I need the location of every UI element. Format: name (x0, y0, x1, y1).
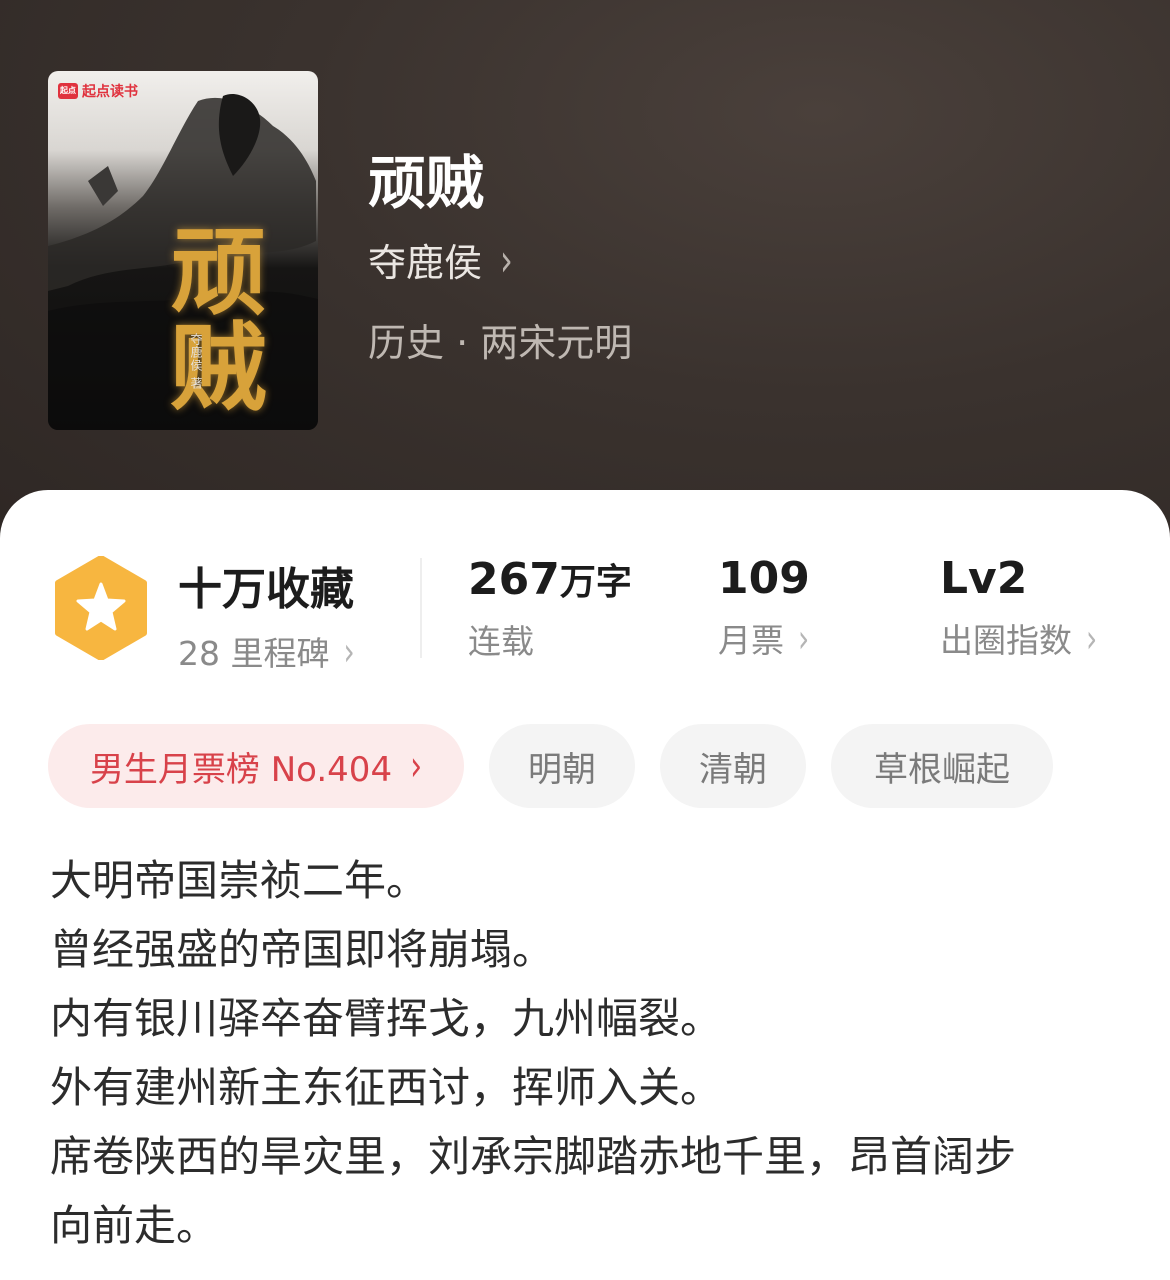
tag-grassroots-rise[interactable]: 草根崛起 (831, 724, 1053, 808)
stat-popularity-level[interactable]: Lv2 出圈指数 › (940, 553, 1097, 662)
chevron-right-icon: › (1086, 614, 1098, 662)
description-line: 大明帝国崇祯二年。 (50, 856, 429, 905)
description-line: 向前走。 (50, 1201, 219, 1250)
chevron-right-icon: › (410, 741, 423, 791)
rank-label: 男生月票榜 No.404 (89, 749, 393, 790)
book-description[interactable]: 大明帝国崇祯二年。 曾经强盛的帝国即将崩塌。 内有银川驿卒奋臂挥戈，九州幅裂。 … (50, 846, 1130, 1260)
milestone-link[interactable]: 28 里程碑 › (178, 627, 355, 675)
chevron-right-icon: › (500, 232, 513, 287)
author-link[interactable]: 夺鹿侯 › (368, 232, 513, 287)
tickets-value: 109 (718, 553, 810, 604)
chevron-right-icon: › (343, 627, 355, 675)
rank-tag[interactable]: 男生月票榜 No.404 › (48, 724, 464, 808)
stat-monthly-tickets[interactable]: 109 月票 › (718, 553, 810, 662)
stats-divider (420, 558, 422, 658)
book-title: 顽贼 (368, 149, 485, 217)
words-value: 267 (468, 554, 560, 605)
description-line: 席卷陕西的旱灾里，刘承宗脚踏赤地千里，昂首阔步 (50, 1132, 1017, 1181)
serial-status: 连载 (468, 622, 534, 661)
stat-favorites[interactable]: 十万收藏 28 里程碑 › (178, 553, 355, 675)
tickets-label: 月票 (718, 621, 784, 660)
stat-words: 267万字 连载 (468, 553, 632, 663)
genre-label[interactable]: 历史 · 两宋元明 (368, 312, 632, 367)
level-label: 出圈指数 (940, 621, 1072, 660)
favorites-value: 十万收藏 (178, 564, 354, 615)
book-header: 起点 起点读书 顽贼 夺鹿侯 著 顽贼 夺鹿侯 › 历史 · 两宋元明 (0, 0, 1170, 560)
tag-qing-dynasty[interactable]: 清朝 (660, 724, 806, 808)
words-unit: 万字 (559, 562, 632, 603)
description-line: 曾经强盛的帝国即将崩塌。 (50, 925, 555, 974)
book-cover[interactable]: 起点 起点读书 顽贼 夺鹿侯 著 (48, 71, 318, 430)
milestone-label: 28 里程碑 (178, 634, 330, 673)
level-value: Lv2 (940, 553, 1028, 604)
author-name: 夺鹿侯 (368, 241, 483, 285)
description-line: 外有建州新主东征西讨，挥师入关。 (50, 1063, 723, 1112)
description-line: 内有银川驿卒奋臂挥戈，九州幅裂。 (50, 994, 723, 1043)
cover-author: 夺鹿侯 著 (189, 333, 203, 390)
chevron-right-icon: › (798, 614, 810, 662)
tag-ming-dynasty[interactable]: 明朝 (489, 724, 635, 808)
favorite-badge-star-icon (55, 556, 147, 660)
